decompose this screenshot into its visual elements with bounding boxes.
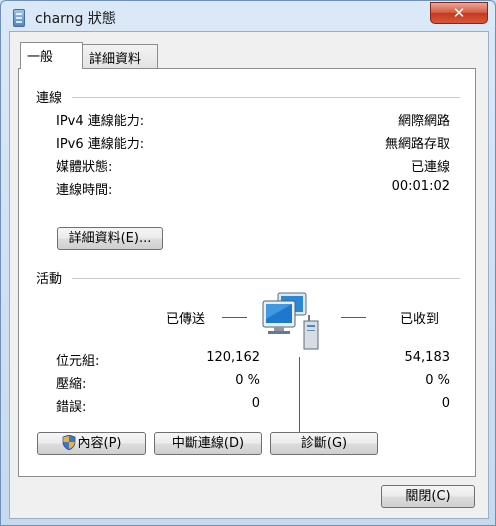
media-state-label: 媒體狀態: (56, 160, 113, 175)
window-close-button[interactable]: ✕ (430, 2, 488, 24)
bytes-sent: 120,162 (206, 350, 260, 365)
close-button[interactable]: 關閉(C) (381, 485, 475, 508)
window-title: charng 狀態 (35, 11, 116, 27)
disable-button[interactable]: 中斷連線(D) (154, 432, 262, 455)
status-window: charng 狀態 ✕ 一般 詳細資料 連線 IPv4 連線能力: 網際網路 I… (0, 0, 496, 526)
connection-divider (72, 97, 460, 98)
dialog-body: 一般 詳細資料 連線 IPv4 連線能力: 網際網路 IPv6 連線能力: 無網… (9, 31, 489, 519)
diagnose-button[interactable]: 診斷(G) (270, 432, 378, 455)
sent-line (222, 317, 247, 318)
ipv4-label: IPv4 連線能力: (56, 114, 145, 129)
errors-label: 錯誤: (56, 400, 87, 415)
compression-sent: 0 % (235, 373, 260, 388)
network-computers-icon (262, 292, 319, 350)
general-panel: 連線 IPv4 連線能力: 網際網路 IPv6 連線能力: 無網路存取 媒體狀態… (18, 68, 476, 477)
activity-separator (299, 357, 300, 438)
errors-received: 0 (441, 396, 450, 411)
tab-details[interactable]: 詳細資料 (82, 44, 158, 68)
ipv4-value: 網際網路 (397, 114, 450, 129)
compression-label: 壓縮: (56, 377, 87, 392)
received-line (341, 317, 366, 318)
duration-value: 00:01:02 (391, 179, 450, 194)
activity-divider (72, 278, 460, 279)
activity-heading: 活動 (36, 272, 63, 287)
compression-received: 0 % (425, 373, 450, 388)
received-label: 已收到 (400, 312, 440, 327)
errors-sent: 0 (251, 396, 260, 411)
tab-general[interactable]: 一般 (20, 42, 83, 69)
network-status-icon (13, 9, 25, 27)
duration-label: 連線時間: (56, 183, 113, 198)
ipv6-value: 無網路存取 (384, 137, 450, 152)
properties-button[interactable]: 內容(P) (37, 432, 146, 455)
title-bar[interactable]: charng 狀態 ✕ (1, 1, 495, 35)
properties-button-label: 內容(P) (77, 436, 122, 451)
connection-heading: 連線 (36, 91, 63, 106)
bytes-received: 54,183 (404, 350, 451, 365)
media-state-value: 已連線 (410, 160, 450, 175)
shield-icon (62, 434, 75, 451)
details-button[interactable]: 詳細資料(E)... (57, 227, 163, 250)
bytes-label: 位元組: (56, 354, 100, 369)
sent-label: 已傳送 (166, 312, 206, 327)
ipv6-label: IPv6 連線能力: (56, 137, 145, 152)
